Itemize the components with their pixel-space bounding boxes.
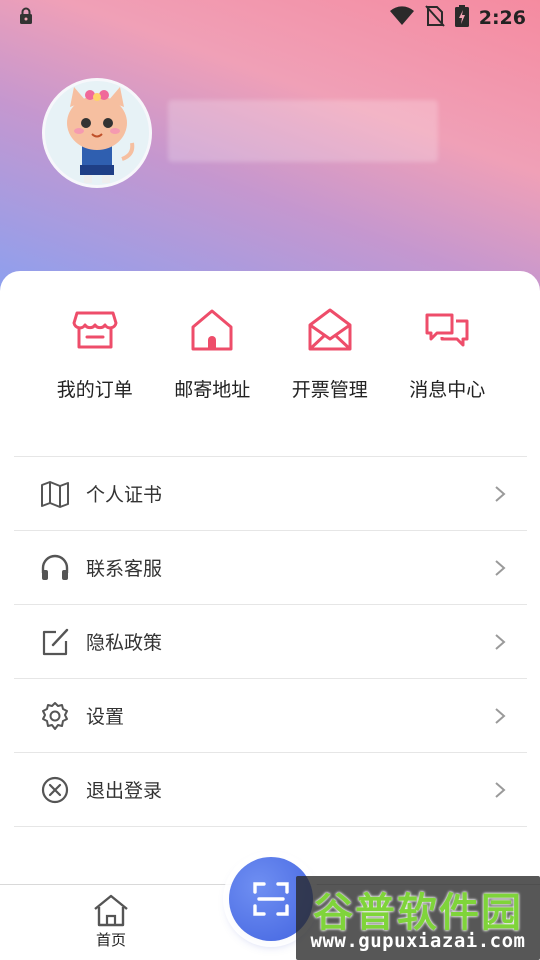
tab-home-label: 首页	[95, 931, 126, 949]
quick-action-messages-label: 消息中心	[409, 379, 486, 401]
home-icon	[191, 309, 233, 351]
profile-name	[168, 100, 438, 162]
quick-actions: 我的订单 邮寄地址 开票管理 消息中心	[36, 307, 506, 407]
gear-icon	[42, 701, 68, 730]
status-bar: 2:26	[0, 0, 540, 36]
chevron-right-icon	[495, 707, 506, 724]
battery-charging-icon	[454, 5, 469, 31]
quick-action-invoice[interactable]: 开票管理	[271, 307, 389, 407]
chevron-right-icon	[495, 485, 506, 502]
menu-label-logout: 退出登录	[86, 780, 163, 802]
chevron-right-icon	[495, 559, 506, 576]
chevron-right-icon	[495, 781, 506, 798]
scan-icon	[253, 882, 289, 916]
status-time: 2:26	[478, 7, 526, 29]
envelope-icon	[308, 308, 352, 351]
wifi-icon	[389, 6, 415, 30]
watermark-title: 谷普软件园	[313, 890, 523, 936]
menu-item-logout[interactable]: 退出登录	[14, 753, 527, 827]
menu-label-certificate: 个人证书	[86, 484, 163, 506]
map-icon	[41, 480, 69, 508]
quick-action-invoice-label: 开票管理	[291, 379, 368, 401]
cartoon-cat-avatar	[67, 87, 135, 183]
chat-bubbles-icon	[425, 313, 469, 347]
quick-action-address[interactable]: 邮寄地址	[154, 307, 272, 407]
tab-home[interactable]: 首页	[76, 893, 146, 955]
quick-action-address-label: 邮寄地址	[174, 379, 251, 401]
avatar[interactable]	[42, 78, 152, 188]
menu-label-settings: 设置	[86, 706, 125, 728]
menu-item-certificate[interactable]: 个人证书	[14, 457, 527, 531]
menu-item-customer-service[interactable]: 联系客服	[14, 531, 527, 605]
quick-action-orders-label: 我的订单	[56, 379, 133, 401]
chevron-right-icon	[495, 633, 506, 650]
headphones-icon	[41, 554, 69, 580]
edit-icon	[42, 628, 69, 655]
watermark: 谷普软件园 www.gupuxiazai.com	[296, 876, 540, 960]
quick-action-messages[interactable]: 消息中心	[389, 307, 507, 407]
store-icon	[72, 311, 118, 349]
menu-label-privacy: 隐私政策	[86, 632, 163, 654]
no-sim-icon	[424, 5, 445, 31]
settings-menu: 个人证书 联系客服 隐私政策 设置 退出登录	[14, 456, 527, 827]
menu-item-privacy[interactable]: 隐私政策	[14, 605, 527, 679]
watermark-url: www.gupuxiazai.com	[310, 930, 526, 952]
menu-label-customer-service: 联系客服	[86, 558, 163, 580]
menu-item-settings[interactable]: 设置	[14, 679, 527, 753]
lock-icon	[18, 7, 34, 29]
quick-action-orders[interactable]: 我的订单	[36, 307, 154, 407]
close-circle-icon	[41, 776, 69, 803]
home-outline-icon	[94, 894, 128, 927]
